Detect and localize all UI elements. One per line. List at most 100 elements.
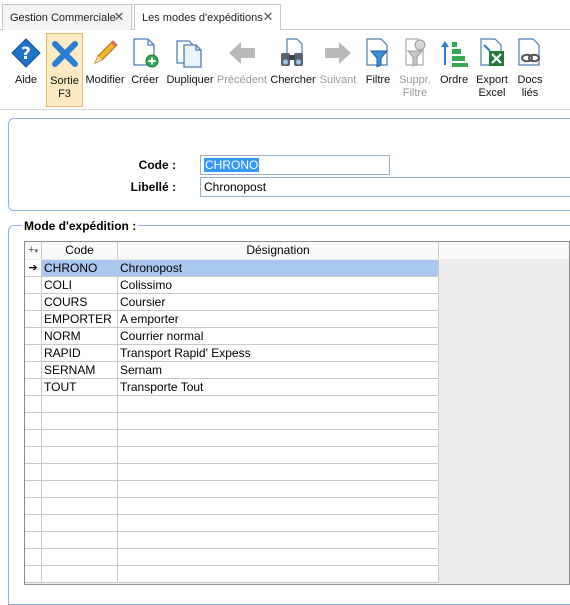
cell-designation[interactable]: A emporter [118,311,439,328]
aide-button[interactable]: ? Aide [6,33,46,107]
arrow-left-icon [225,36,259,70]
cell-designation[interactable] [118,481,439,498]
excel-icon [475,36,509,70]
precedent-button[interactable]: Précédent [216,33,268,107]
sort-order-icon [437,36,471,70]
cell-code[interactable] [42,498,118,515]
table-row[interactable] [25,532,439,549]
cell-designation[interactable]: Coursier [118,294,439,311]
libelle-field[interactable]: Chronopost [200,177,570,197]
table-row[interactable] [25,481,439,498]
cell-designation[interactable] [118,430,439,447]
row-indicator [25,498,42,515]
pencil-icon [88,36,122,70]
group-title: Mode d'expédition : [22,219,139,233]
cell-code[interactable] [42,566,118,583]
tab-label: Gestion Commerciale [10,11,116,24]
creer-button[interactable]: Créer [128,33,162,107]
column-header-code[interactable]: Code [42,242,118,259]
close-icon[interactable]: ✕ [113,10,125,23]
new-document-icon [128,36,162,70]
row-indicator [25,447,42,464]
code-field[interactable]: CHRONO [200,155,390,175]
table-row[interactable]: ➔ CHRONO Chronopost [25,260,439,277]
cell-designation[interactable]: Courrier normal [118,328,439,345]
binoculars-icon [276,36,310,70]
cell-code[interactable]: CHRONO [42,260,118,277]
docs-lies-button[interactable]: Docs liés [512,33,548,107]
toolbar: ? Aide Sortie F3 Modifier Créer Duplique… [0,30,570,110]
cell-designation[interactable]: Transport Rapid' Expess [118,345,439,362]
row-indicator [25,277,42,294]
row-indicator [25,430,42,447]
add-row-icon[interactable]: +▾ [25,242,42,259]
export-excel-button[interactable]: Export Excel [474,33,510,107]
cell-code[interactable] [42,413,118,430]
expedition-grid[interactable]: +▾ Code Désignation ➔ CHRONO Chronopost COL… [24,241,570,585]
cell-code[interactable] [42,532,118,549]
cell-designation[interactable] [118,532,439,549]
column-header-designation[interactable]: Désignation [118,242,439,259]
row-indicator [25,362,42,379]
cell-code[interactable] [42,430,118,447]
table-row[interactable]: RAPID Transport Rapid' Expess [25,345,439,362]
cell-designation[interactable]: Colissimo [118,277,439,294]
cell-designation[interactable] [118,464,439,481]
suppr-filtre-button[interactable]: Suppr. Filtre [398,33,432,107]
table-row[interactable] [25,566,439,583]
table-row[interactable] [25,430,439,447]
cell-designation[interactable] [118,549,439,566]
cell-code[interactable] [42,464,118,481]
cell-code[interactable] [42,515,118,532]
filtre-button[interactable]: Filtre [360,33,396,107]
cell-code[interactable]: TOUT [42,379,118,396]
table-row[interactable] [25,498,439,515]
table-row[interactable]: TOUT Transporte Tout [25,379,439,396]
cell-code[interactable] [42,481,118,498]
cell-code[interactable]: RAPID [42,345,118,362]
close-x-icon [48,37,82,71]
table-row[interactable]: SERNAM Sernam [25,362,439,379]
sortie-button[interactable]: Sortie F3 [46,33,83,107]
tab-modes-expeditions[interactable]: Les modes d'expéditions ✕ [134,4,281,31]
cell-code[interactable]: COLI [42,277,118,294]
cell-designation[interactable] [118,515,439,532]
table-row[interactable] [25,549,439,566]
row-indicator [25,345,42,362]
cell-designation[interactable]: Sernam [118,362,439,379]
tab-gestion-commerciale[interactable]: Gestion Commerciale ✕ [2,4,132,30]
cell-code[interactable] [42,447,118,464]
cell-code[interactable] [42,549,118,566]
table-row[interactable]: COURS Coursier [25,294,439,311]
table-row[interactable] [25,413,439,430]
cell-designation[interactable] [118,413,439,430]
suivant-button[interactable]: Suivant [318,33,358,107]
cell-code[interactable]: EMPORTER [42,311,118,328]
table-row[interactable]: NORM Courrier normal [25,328,439,345]
row-indicator [25,464,42,481]
table-row[interactable] [25,447,439,464]
row-indicator [25,515,42,532]
table-row[interactable] [25,515,439,532]
table-row[interactable] [25,464,439,481]
cell-designation[interactable] [118,498,439,515]
ordre-button[interactable]: Ordre [436,33,472,107]
table-row[interactable] [25,396,439,413]
row-indicator [25,396,42,413]
column-header-filler [439,242,569,259]
cell-code[interactable]: NORM [42,328,118,345]
table-row[interactable]: EMPORTER A emporter [25,311,439,328]
cell-code[interactable]: COURS [42,294,118,311]
close-icon[interactable]: ✕ [262,10,274,23]
cell-designation[interactable]: Transporte Tout [118,379,439,396]
chercher-button[interactable]: Chercher [270,33,316,107]
cell-designation[interactable]: Chronopost [118,260,439,277]
cell-code[interactable]: SERNAM [42,362,118,379]
dupliquer-button[interactable]: Dupliquer [166,33,214,107]
cell-code[interactable] [42,396,118,413]
cell-designation[interactable] [118,447,439,464]
modifier-button[interactable]: Modifier [84,33,126,107]
cell-designation[interactable] [118,566,439,583]
cell-designation[interactable] [118,396,439,413]
table-row[interactable]: COLI Colissimo [25,277,439,294]
